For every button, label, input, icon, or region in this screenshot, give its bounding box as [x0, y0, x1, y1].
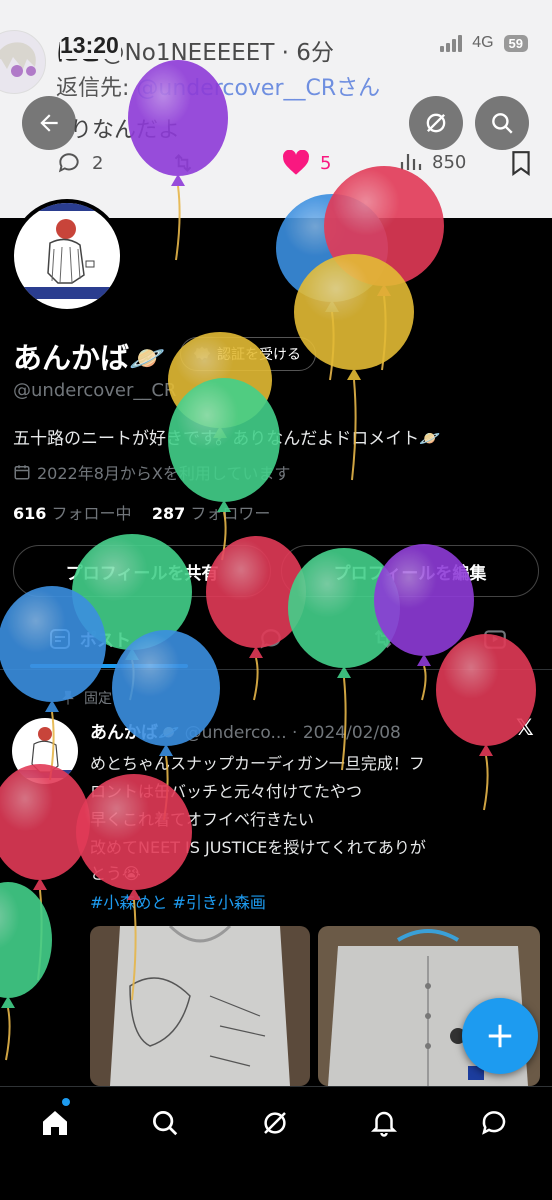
- post-author-avatar[interactable]: [12, 718, 78, 784]
- profile-display-name: あんかば🪐: [13, 335, 165, 377]
- grok-button[interactable]: [409, 96, 463, 150]
- balloon-icon: [0, 882, 52, 1061]
- tab-posts[interactable]: ポスト: [48, 626, 131, 651]
- post-text-line-1: めとちゃんスナップカーディガン一旦完成！フ: [90, 754, 425, 773]
- reply-to-suffix: さん: [336, 76, 381, 101]
- x-logo-icon[interactable]: 𝕏: [516, 716, 534, 741]
- profile-joined: 2022年8月からXを利用しています: [13, 460, 290, 484]
- planet-emoji-icon: 🪐: [158, 723, 180, 743]
- calendar-icon: [14, 465, 30, 480]
- signal-icon: [440, 34, 463, 52]
- view-count[interactable]: 850: [398, 150, 466, 174]
- retweet-icon: [374, 629, 392, 649]
- tab-media[interactable]: [482, 626, 508, 652]
- post-hashtags[interactable]: #小森めと #引き小森画: [90, 889, 266, 913]
- followers-label: フォロワー: [190, 504, 271, 523]
- verify-button[interactable]: 認証を受ける: [180, 337, 316, 371]
- post-author-name[interactable]: あんかば: [90, 723, 158, 743]
- messages-icon: [482, 1111, 506, 1135]
- tab-reposts[interactable]: [370, 626, 396, 652]
- pin-icon: [62, 690, 74, 705]
- bio-text: 五十路のニートが好きです。ありなんだよドロメイト: [13, 429, 420, 449]
- like-count[interactable]: 5: [282, 150, 331, 176]
- nav-messages[interactable]: [474, 1103, 514, 1143]
- nav-search[interactable]: [145, 1103, 185, 1143]
- reply-count[interactable]: 2: [56, 150, 103, 176]
- back-arrow-icon: [40, 114, 58, 132]
- view-count-value: 850: [432, 151, 467, 173]
- views-icon: [400, 154, 422, 170]
- planet-emoji-icon: 🪐: [419, 429, 441, 449]
- reply-count-value: 2: [92, 152, 104, 174]
- reply-to-handle[interactable]: @undercover__CR: [136, 76, 336, 101]
- planet-emoji-icon: 🪐: [129, 341, 166, 375]
- active-tab-indicator: [30, 664, 188, 668]
- followers-link[interactable]: 287 フォロワー: [152, 504, 271, 523]
- post-text-line-4: 改めてNEET IS JUSTICEを授けてくれてありが: [90, 838, 426, 857]
- following-link[interactable]: 616 フォロー中: [13, 504, 132, 523]
- home-unread-dot: [62, 1098, 70, 1106]
- nav-home[interactable]: [35, 1103, 75, 1143]
- tab-replies[interactable]: [258, 626, 284, 652]
- verified-badge-icon: [193, 346, 211, 360]
- grok-icon: [426, 113, 446, 133]
- followers-count: 287: [151, 504, 186, 523]
- bottom-navigation: [0, 1086, 552, 1200]
- post-text-line-3: 早くこれ着てオフイベ行きたい: [90, 810, 315, 829]
- retweet-count[interactable]: [170, 150, 196, 176]
- reply-author-avatar[interactable]: [0, 30, 46, 94]
- status-time: 13:20: [60, 32, 121, 59]
- display-name-text: あんかば: [13, 341, 130, 375]
- balloon-icon: [0, 764, 90, 981]
- post-photo-1[interactable]: [90, 926, 310, 1086]
- joined-text: 2022年8月からXを利用しています: [37, 464, 291, 483]
- nav-notifications[interactable]: [364, 1103, 404, 1143]
- pinned-indicator: 固定: [60, 688, 112, 708]
- profile-avatar[interactable]: [10, 199, 124, 313]
- grok-icon: [264, 1112, 286, 1134]
- following-count: 616: [13, 504, 47, 523]
- search-icon: [153, 1111, 178, 1136]
- post-text-line-2: ロントは缶バッチと元々付けてたやつ: [90, 782, 363, 801]
- bookmark-icon: [512, 151, 530, 176]
- back-button[interactable]: [22, 96, 76, 150]
- reply-header: にこ@No1NEEEEET · 6分 4G 59 返信先: @undercove…: [0, 0, 552, 218]
- reply-to-line: 返信先: @undercover__CRさん: [56, 70, 380, 102]
- post-text-line-5: とう😭: [90, 864, 141, 883]
- media-tab-icon: [484, 630, 506, 649]
- nav-grok[interactable]: [255, 1103, 295, 1143]
- reply-metrics: 2 5 850: [0, 150, 552, 194]
- compose-icon: [488, 1024, 512, 1048]
- retweet-icon: [174, 154, 192, 172]
- search-icon: [492, 113, 513, 134]
- pinned-label: 固定: [84, 691, 112, 707]
- heart-icon: [283, 150, 309, 175]
- battery-level: 59: [503, 34, 528, 52]
- profile-bio: 五十路のニートが好きです。ありなんだよドロメイト🪐: [13, 424, 440, 449]
- verify-label: 認証を受ける: [217, 347, 301, 363]
- profile-tabs: ポスト: [0, 612, 552, 670]
- follow-stats: 616 フォロー中 287 フォロワー: [13, 500, 270, 524]
- reply-text: りなんだよ: [70, 118, 181, 143]
- reply-handle-time: @No1NEEEEET · 6分: [101, 40, 334, 66]
- share-profile-button[interactable]: プロフィールを共有: [13, 545, 271, 597]
- status-icons: 4G 59: [440, 34, 528, 52]
- compose-button[interactable]: [462, 998, 538, 1074]
- following-label: フォロー中: [51, 504, 132, 523]
- profile-handle: @undercover__CR: [13, 380, 177, 401]
- network-type: 4G: [472, 34, 494, 51]
- post-meta: @underco... · 2024/02/08: [184, 723, 401, 743]
- home-icon: [43, 1111, 67, 1135]
- post-header: あんかば🪐 @underco... · 2024/02/08: [90, 718, 401, 743]
- tab-posts-label: ポスト: [80, 631, 131, 651]
- edit-profile-button[interactable]: プロフィールを編集: [281, 545, 539, 597]
- like-count-value: 5: [320, 152, 332, 174]
- reply-icon: [260, 629, 281, 649]
- bookmark-button[interactable]: [510, 150, 532, 176]
- posts-tab-icon: [50, 628, 70, 649]
- search-button[interactable]: [475, 96, 529, 150]
- reply-to-prefix: 返信先:: [56, 76, 137, 101]
- bell-icon: [370, 1111, 398, 1137]
- reply-icon: [58, 153, 79, 173]
